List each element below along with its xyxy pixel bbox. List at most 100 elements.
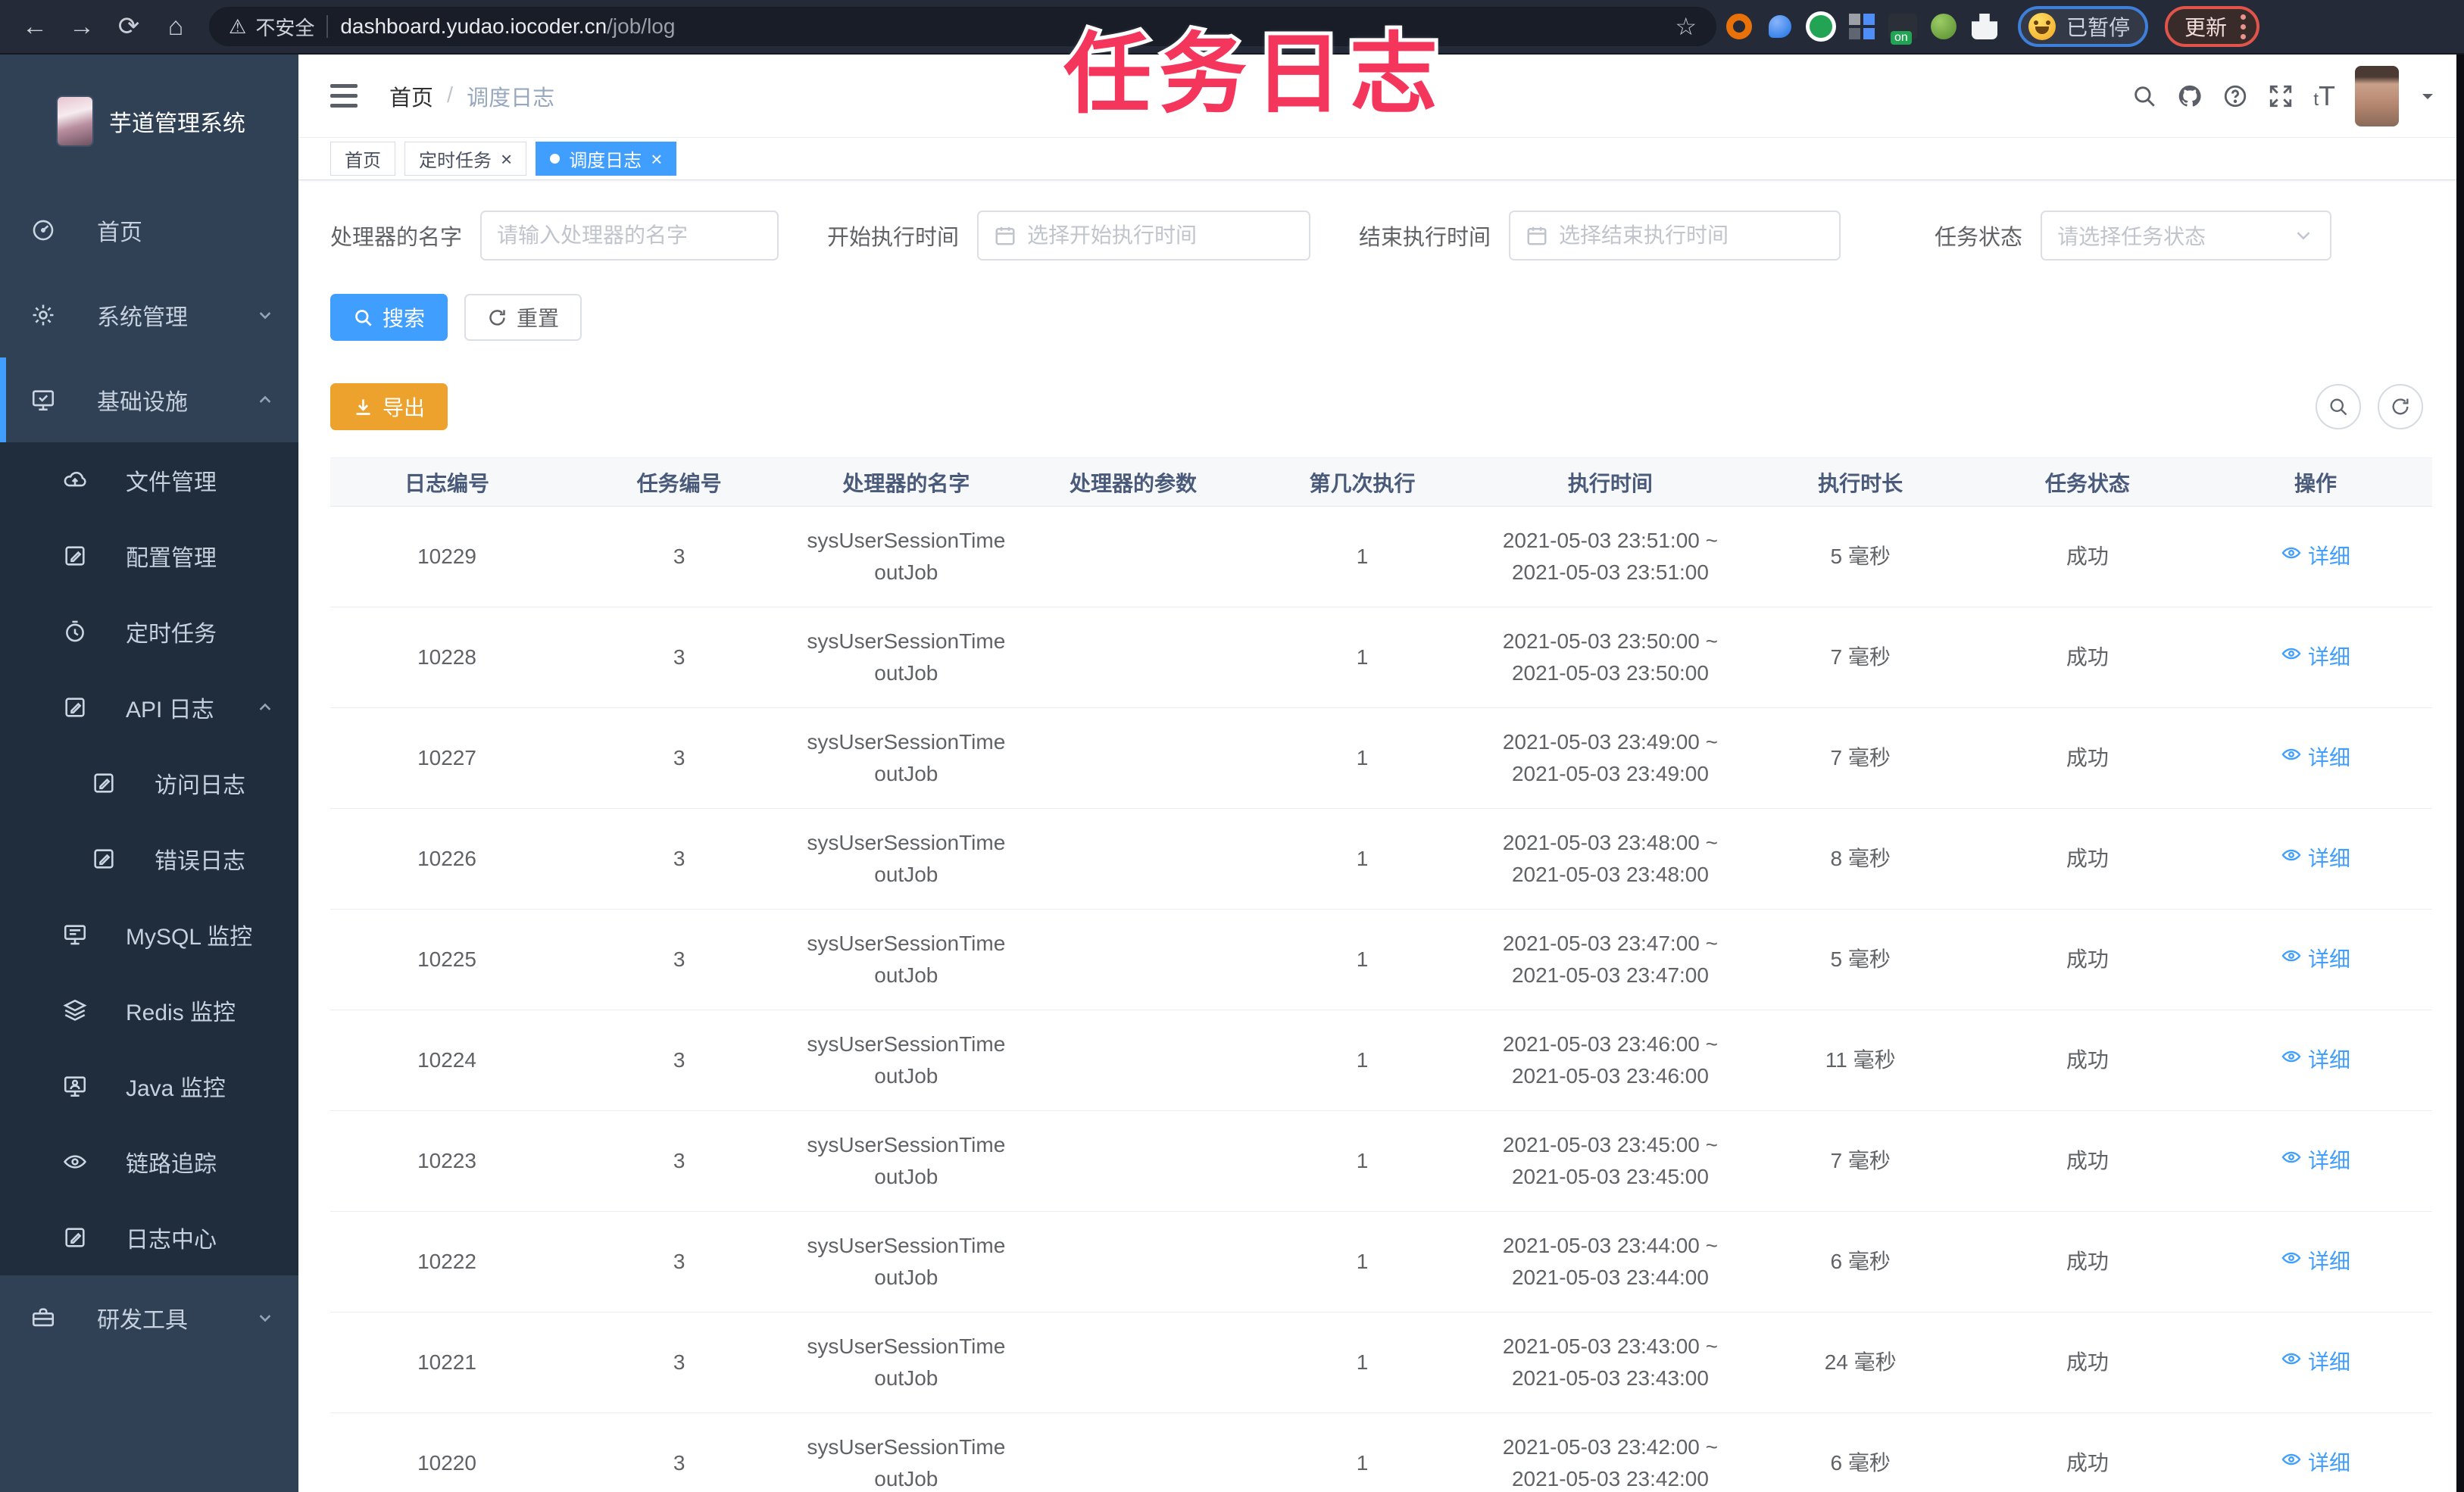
app-logo[interactable]: 芋道管理系统 <box>0 55 298 188</box>
font-size-icon[interactable]: tT <box>2313 80 2335 112</box>
sidebar-item-job[interactable]: 定时任务 <box>0 594 298 670</box>
refresh-icon <box>489 309 505 326</box>
status-cell: 成功 <box>1975 1211 2199 1313</box>
table-row: 10222 3 sysUserSessionTimeoutJob 1 2021-05-0… <box>330 1211 2432 1313</box>
sidebar-item-label: 基础设施 <box>97 390 188 415</box>
sidebar-item-error-log[interactable]: 错误日志 <box>0 821 298 897</box>
end-time-input[interactable] <box>1559 223 1825 248</box>
extension-icon[interactable] <box>1844 8 1880 45</box>
close-icon[interactable]: × <box>501 149 512 169</box>
chevron-up-icon <box>255 389 276 410</box>
browser-menu-icon[interactable] <box>2241 14 2247 39</box>
job-status-select[interactable]: 请选择任务状态 <box>2041 211 2332 261</box>
detail-link[interactable]: 详细 <box>2281 541 2350 573</box>
detail-link[interactable]: 详细 <box>2281 641 2350 673</box>
start-time-field[interactable] <box>977 211 1311 261</box>
detail-link[interactable]: 详细 <box>2281 742 2350 774</box>
tags-view-bar: 首页 定时任务 × 调度日志 × <box>298 138 2464 180</box>
caret-down-icon[interactable] <box>2419 87 2437 105</box>
toggle-search-button[interactable] <box>2316 384 2361 429</box>
handler-param-cell <box>1017 1412 1249 1492</box>
handler-name-cell: sysUserSessionTimeoutJob <box>795 707 1018 809</box>
extension-icon[interactable]: on <box>1885 8 1921 45</box>
paused-extension-badge[interactable]: 已暂停 <box>2018 6 2149 47</box>
exec-time-cell: 2021-05-03 23:46:00 ~2021-05-03 23:46:00 <box>1476 1010 1745 1111</box>
sidebar-item-system[interactable]: 系统管理 <box>0 273 298 357</box>
reset-button[interactable]: 重置 <box>464 294 582 341</box>
help-icon[interactable] <box>2222 83 2248 109</box>
bookmark-star-icon[interactable]: ☆ <box>1675 12 1697 41</box>
table-row: 10224 3 sysUserSessionTimeoutJob 1 2021-05-0… <box>330 1010 2432 1111</box>
search-icon <box>355 309 372 326</box>
edit-square-icon <box>62 694 88 720</box>
extension-icon[interactable] <box>1966 8 2003 45</box>
refresh-table-button[interactable] <box>2378 384 2423 429</box>
search-icon <box>2330 398 2347 416</box>
sidebar-item-home[interactable]: 首页 <box>0 188 298 273</box>
sidebar-item-config[interactable]: 配置管理 <box>0 518 298 594</box>
extension-icon[interactable] <box>1803 8 1839 45</box>
tab-定时任务[interactable]: 定时任务 × <box>404 142 527 176</box>
cloud-upload-icon <box>62 467 88 493</box>
log-id-cell: 10224 <box>330 1010 564 1111</box>
detail-link[interactable]: 详细 <box>2281 1246 2350 1278</box>
job-id-cell: 3 <box>564 1010 795 1111</box>
handler-name-field[interactable] <box>480 211 779 261</box>
sidebar-item-java[interactable]: Java 监控 <box>0 1048 298 1124</box>
column-header: 操作 <box>2198 457 2432 507</box>
tab-label: 定时任务 <box>419 151 492 171</box>
detail-link[interactable]: 详细 <box>2281 1447 2350 1479</box>
sidebar-item-label: 访问日志 <box>155 773 245 798</box>
detail-link[interactable]: 详细 <box>2281 843 2350 875</box>
action-cell: 详细 <box>2198 808 2432 910</box>
github-icon[interactable] <box>2177 83 2203 109</box>
browser-back-icon[interactable]: ← <box>14 5 56 48</box>
sidebar-item-label: 文件管理 <box>126 470 217 495</box>
browser-home-icon[interactable]: ⌂ <box>155 5 197 48</box>
breadcrumb-home[interactable]: 首页 <box>389 80 433 112</box>
page-scrollbar[interactable] <box>2456 55 2464 1492</box>
sidebar-item-api-log[interactable]: API 日志 <box>0 670 298 745</box>
sidebar-item-log-center[interactable]: 日志中心 <box>0 1200 298 1275</box>
search-icon[interactable] <box>2131 83 2157 109</box>
handler-name-label: 处理器的名字 <box>330 226 463 250</box>
extension-icon[interactable] <box>1925 8 1962 45</box>
extension-icon[interactable] <box>1762 8 1798 45</box>
sidebar-item-infra[interactable]: 基础设施 <box>0 357 298 442</box>
fullscreen-icon[interactable] <box>2268 83 2294 109</box>
sidebar-item-dev-tools[interactable]: 研发工具 <box>0 1275 298 1360</box>
eye-icon <box>2281 1145 2302 1177</box>
not-secure-warning[interactable]: ⚠ 不安全 <box>229 13 314 41</box>
detail-link[interactable]: 详细 <box>2281 1044 2350 1076</box>
sidebar-item-redis[interactable]: Redis 监控 <box>0 972 298 1048</box>
status-cell: 成功 <box>1975 1312 2199 1413</box>
address-bar[interactable]: ⚠ 不安全 dashboard.yudao.iocoder.cn/job/log… <box>209 7 1716 46</box>
detail-link[interactable]: 详细 <box>2281 1347 2350 1378</box>
avatar[interactable] <box>2355 65 2399 126</box>
sidebar-item-access-log[interactable]: 访问日志 <box>0 745 298 821</box>
tab-调度日志[interactable]: 调度日志 × <box>536 142 677 176</box>
extension-icon[interactable] <box>1721 8 1757 45</box>
browser-update-button[interactable]: 更新 <box>2165 6 2260 47</box>
end-time-field[interactable] <box>1509 211 1841 261</box>
tab-首页[interactable]: 首页 <box>330 142 395 176</box>
exec-time-cell: 2021-05-03 23:50:00 ~2021-05-03 23:50:00 <box>1476 607 1745 708</box>
handler-param-cell <box>1017 506 1249 607</box>
start-time-input[interactable] <box>1027 223 1294 248</box>
hamburger-icon[interactable] <box>330 80 364 113</box>
action-cell: 详细 <box>2198 506 2432 607</box>
browser-forward-icon[interactable]: → <box>61 5 103 48</box>
screen: ← → ⟳ ⌂ ⚠ 不安全 dashboard.yudao.iocoder.cn… <box>0 0 2464 1492</box>
browser-reload-icon[interactable]: ⟳ <box>108 5 150 48</box>
search-button[interactable]: 搜索 <box>330 294 448 341</box>
sidebar-item-mysql[interactable]: MySQL 监控 <box>0 897 298 972</box>
close-icon[interactable]: × <box>651 149 662 169</box>
detail-link[interactable]: 详细 <box>2281 1145 2350 1177</box>
handler-name-input[interactable] <box>497 223 763 248</box>
status-cell: 成功 <box>1975 506 2199 607</box>
detail-link[interactable]: 详细 <box>2281 944 2350 975</box>
refresh-icon <box>2392 398 2409 415</box>
export-button[interactable]: 导出 <box>330 383 448 430</box>
sidebar-item-file[interactable]: 文件管理 <box>0 442 298 518</box>
sidebar-item-trace[interactable]: 链路追踪 <box>0 1124 298 1200</box>
